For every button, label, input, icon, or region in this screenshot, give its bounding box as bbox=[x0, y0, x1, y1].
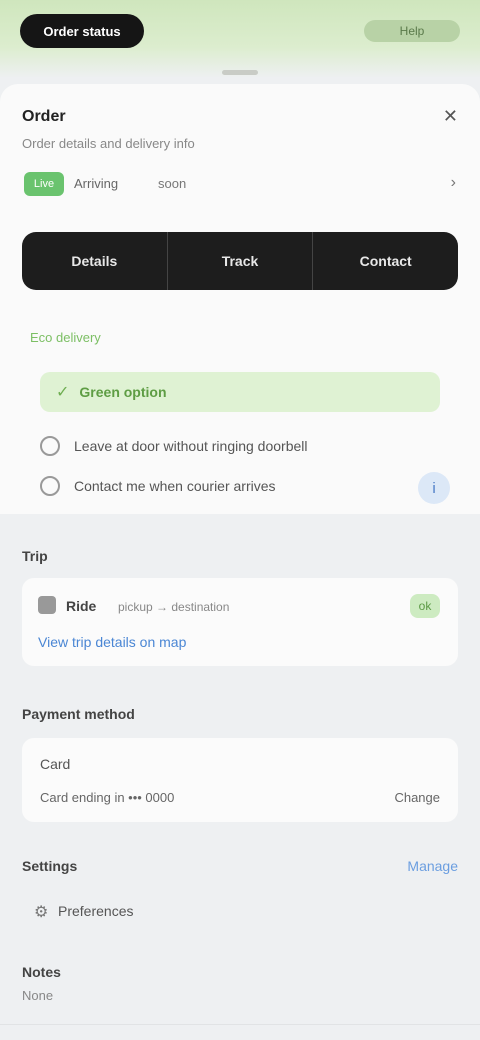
close-icon[interactable]: ✕ bbox=[443, 106, 458, 127]
segmented-control: Details Track Contact bbox=[22, 232, 458, 290]
trip-link[interactable]: View trip details on map bbox=[38, 634, 186, 650]
notes-subtitle: None bbox=[22, 988, 54, 1003]
gear-icon: ⚙ bbox=[34, 904, 49, 921]
trip-badge: ok bbox=[410, 594, 440, 618]
promo-banner[interactable]: ✓ Green option bbox=[40, 372, 440, 412]
status-time: soon bbox=[158, 176, 187, 191]
option-row[interactable]: Leave at door without ringing doorbell bbox=[40, 436, 308, 456]
status-badge: Live bbox=[24, 172, 64, 196]
info-icon[interactable]: i bbox=[418, 472, 450, 504]
radio-circle[interactable] bbox=[40, 476, 60, 496]
top-bar: Order status Help bbox=[0, 0, 480, 78]
check-icon: ✓ bbox=[56, 384, 70, 401]
option-label: Contact me when courier arrives bbox=[74, 478, 276, 494]
segment-details[interactable]: Details bbox=[22, 232, 167, 290]
payment-section-title: Payment method bbox=[22, 706, 135, 722]
manage-link[interactable]: Manage bbox=[407, 858, 458, 874]
payment-card-number: Card ending in ••• 0000 bbox=[40, 790, 175, 805]
promo-text: Green option bbox=[79, 384, 167, 400]
order-title: Order bbox=[22, 108, 66, 125]
order-subtitle: Order details and delivery info bbox=[22, 136, 195, 151]
segment-track[interactable]: Track bbox=[166, 232, 313, 290]
drag-handle[interactable] bbox=[222, 70, 258, 75]
status-text: Arriving bbox=[74, 176, 119, 191]
payment-method: Card bbox=[40, 756, 71, 772]
preferences-label[interactable]: Preferences bbox=[58, 903, 133, 919]
trip-detail: pickup → destination bbox=[118, 600, 230, 614]
trip-name: Ride bbox=[66, 598, 97, 614]
notes-title: Notes bbox=[22, 964, 61, 980]
promo-label: Eco delivery bbox=[30, 330, 101, 345]
option-label: Leave at door without ringing doorbell bbox=[74, 438, 308, 454]
settings-section-title: Settings bbox=[22, 858, 78, 874]
trip-card bbox=[22, 578, 458, 666]
segment-contact[interactable]: Contact bbox=[312, 232, 458, 290]
order-status-pill[interactable]: Order status bbox=[20, 14, 144, 48]
payment-card bbox=[22, 738, 458, 822]
divider bbox=[0, 1024, 480, 1025]
radio-circle[interactable] bbox=[40, 436, 60, 456]
option-row[interactable]: Contact me when courier arrives bbox=[40, 476, 276, 496]
help-button[interactable]: Help bbox=[364, 20, 460, 42]
chevron-right-icon[interactable]: › bbox=[451, 174, 456, 192]
change-payment-link[interactable]: Change bbox=[394, 790, 440, 805]
car-icon bbox=[38, 596, 56, 614]
trip-section-title: Trip bbox=[22, 548, 48, 564]
